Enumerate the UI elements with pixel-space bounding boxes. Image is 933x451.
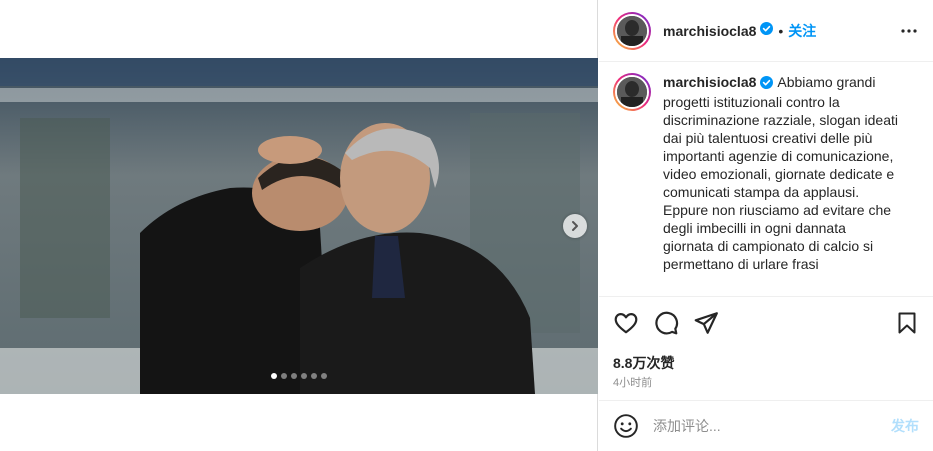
header-avatar[interactable] — [613, 11, 651, 50]
post-media — [0, 0, 598, 451]
post-comment-button[interactable]: 发布 — [891, 416, 919, 436]
caption-text: marchisiocla8 Abbiamo grandi progetti ist… — [663, 73, 899, 273]
avatar-image — [615, 13, 649, 48]
share-icon — [694, 312, 718, 334]
header-separator: • — [778, 22, 784, 39]
caption-row: marchisiocla8 Abbiamo grandi progetti ist… — [599, 63, 933, 273]
verified-badge-icon — [760, 21, 774, 40]
bookmark-icon — [898, 312, 916, 334]
photo-image — [0, 58, 598, 394]
carousel-indicator — [0, 373, 598, 379]
like-button[interactable] — [613, 310, 639, 336]
header-username[interactable]: marchisiocla8 — [663, 23, 756, 39]
emoji-icon — [614, 414, 638, 438]
post-header: marchisiocla8 • 关注 — [599, 0, 933, 62]
carousel-dot — [311, 373, 317, 379]
carousel-next-button[interactable] — [563, 214, 587, 238]
comment-input[interactable] — [653, 418, 853, 434]
carousel-dot — [291, 373, 297, 379]
verified-badge-icon — [760, 75, 774, 93]
follow-button[interactable]: 关注 — [788, 21, 816, 41]
carousel-dot — [321, 373, 327, 379]
share-button[interactable] — [693, 310, 719, 336]
post-timestamp[interactable]: 4小时前 — [613, 374, 652, 390]
comment-button[interactable] — [653, 310, 679, 336]
caption-avatar[interactable] — [613, 73, 651, 111]
comment-icon — [655, 311, 679, 335]
avatar-image — [615, 75, 649, 109]
carousel-dot — [281, 373, 287, 379]
post-photo[interactable] — [0, 58, 598, 394]
emoji-button[interactable] — [613, 413, 639, 439]
more-options-button[interactable] — [899, 21, 919, 41]
action-bar — [613, 310, 919, 336]
more-options-icon — [901, 28, 917, 33]
carousel-dot — [301, 373, 307, 379]
caption-username[interactable]: marchisiocla8 — [663, 74, 756, 90]
heart-icon — [614, 313, 638, 334]
comment-bar: 发布 — [599, 400, 933, 451]
carousel-dot — [271, 373, 277, 379]
like-count[interactable]: 8.8万次赞 — [613, 353, 674, 373]
post-details-panel: marchisiocla8 • 关注 marchisiocla8 Abbiamo … — [599, 0, 933, 451]
caption-section: marchisiocla8 Abbiamo grandi progetti ist… — [599, 63, 933, 297]
caption-body: Abbiamo grandi progetti istituzionali co… — [663, 74, 899, 272]
save-button[interactable] — [895, 311, 919, 335]
chevron-right-icon — [572, 221, 578, 231]
